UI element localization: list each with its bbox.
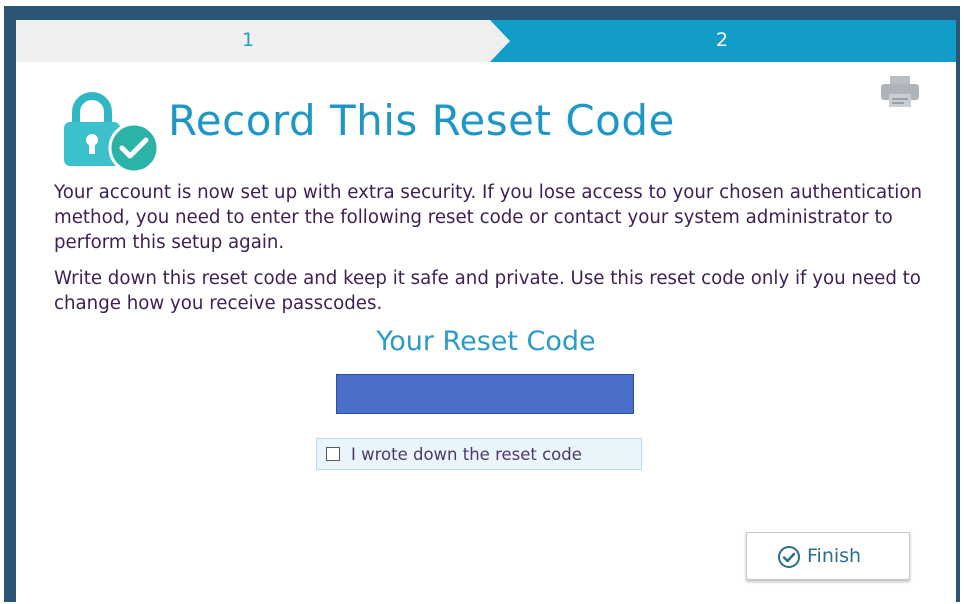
checkbox-label: I wrote down the reset code: [351, 445, 582, 464]
step-2-label: 2: [716, 29, 729, 51]
checkbox-square[interactable]: [326, 447, 340, 461]
printer-icon[interactable]: [878, 74, 922, 110]
finish-button[interactable]: Finish: [746, 532, 910, 580]
lock-check-icon: [64, 92, 160, 172]
stepper-background: [16, 20, 956, 62]
reset-code-dialog: 1 2 Record This Reset Code Your account …: [16, 20, 956, 602]
finish-label: Finish: [807, 545, 862, 567]
step-1-segment: [16, 20, 510, 62]
wrote-down-checkbox[interactable]: I wrote down the reset code: [316, 438, 642, 470]
reset-code-value-redacted: [336, 374, 634, 414]
page-title: Record This Reset Code: [168, 96, 675, 145]
window-frame: 1 2 Record This Reset Code Your account …: [4, 6, 960, 602]
progress-stepper: 1 2: [16, 20, 956, 62]
instructions-text: Write down this reset code and keep it s…: [54, 268, 921, 314]
check-circle-icon: [778, 546, 800, 568]
setup-info-text: Your account is now set up with extra se…: [54, 182, 923, 253]
reset-code-heading: Your Reset Code: [376, 326, 596, 357]
step-1-label: 1: [242, 29, 255, 51]
